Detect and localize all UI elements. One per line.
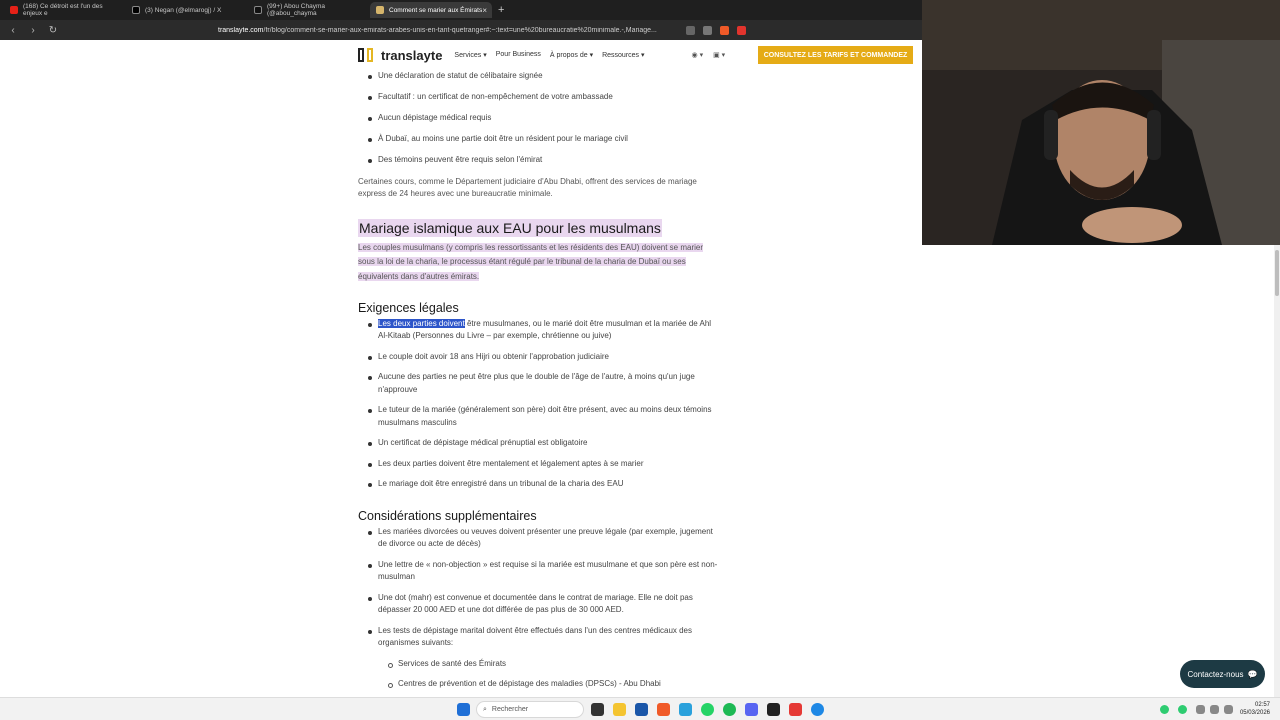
brave-shield-icon[interactable] <box>720 25 729 35</box>
language-icon[interactable]: ◉ ▾ <box>692 51 704 59</box>
article-content: Une déclaration de statut de célibataire… <box>358 70 718 691</box>
telegram-icon[interactable] <box>679 703 692 716</box>
nav-resources[interactable]: Ressources ▾ <box>602 51 644 59</box>
spotify-icon[interactable] <box>723 703 736 716</box>
centers-list: Services de santé des Émirats Centres de… <box>358 658 718 691</box>
list-item: Le couple doit avoir 18 ans Hijri ou obt… <box>358 351 718 364</box>
browser-tab-1[interactable]: (168) Ce détroit est l'un des enjeux e <box>4 2 126 18</box>
list-item: Le tuteur de la mariée (généralement son… <box>358 404 718 429</box>
chat-icon: 💬 <box>1247 669 1258 679</box>
list-item: Les deux parties doivent être mentalemen… <box>358 458 718 471</box>
highlighted-paragraph: Les couples musulmans (y compris les res… <box>358 242 704 282</box>
pricing-cta-button[interactable]: CONSULTEZ LES TARIFS ET COMMANDEZ <box>758 46 913 64</box>
mic-icon[interactable] <box>1196 705 1205 714</box>
whatsapp-icon[interactable] <box>701 703 714 716</box>
browser-tab-2[interactable]: (3) Negan (@elmarogj) / X <box>126 2 248 18</box>
cart-icon[interactable]: ▣ ▾ <box>713 51 725 59</box>
wifi-icon[interactable] <box>1210 705 1219 714</box>
taskbar-search[interactable]: ⌕ Rechercher <box>476 701 584 718</box>
list-item: Les mariées divorcées ou veuves doivent … <box>358 526 718 551</box>
share-icon[interactable] <box>703 25 712 35</box>
webcam-overlay <box>922 0 1280 245</box>
section-heading: Mariage islamique aux EAU pour les musul… <box>358 218 662 237</box>
list-item: À Dubaï, au moins une partie doit être u… <box>358 133 718 146</box>
legal-list: Les deux parties doivent être musulmanes… <box>358 318 718 491</box>
youtube-icon <box>10 6 18 14</box>
search-icon: ⌕ <box>483 705 487 713</box>
list-item: Une lettre de « non-objection » est requ… <box>358 559 718 584</box>
task-view-icon[interactable] <box>591 703 604 716</box>
site-logo[interactable]: translayte <box>381 48 442 63</box>
list-item: Services de santé des Émirats <box>358 658 718 671</box>
list-item: Le mariage doit être enregistré dans un … <box>358 478 718 491</box>
browser-tab-3[interactable]: (99+) Abou Chayma (@abou_chayma <box>248 2 370 18</box>
subsection-heading: Exigences légales <box>358 300 459 315</box>
subsection-heading: Considérations supplémentaires <box>358 508 537 523</box>
browser-tab-4[interactable]: Comment se marier aux Émirats × <box>370 2 492 18</box>
volume-icon[interactable] <box>1224 705 1233 714</box>
status-icon[interactable] <box>1160 705 1169 714</box>
brave-icon[interactable] <box>657 703 670 716</box>
webcam-image <box>922 0 1280 245</box>
system-clock[interactable]: 02:57 05/03/2026 <box>1240 701 1270 717</box>
store-icon[interactable] <box>635 703 648 716</box>
logo-mark-icon <box>358 48 364 62</box>
list-item: Aucune des parties ne peut être plus que… <box>358 371 718 396</box>
close-tab-icon[interactable]: × <box>482 6 487 15</box>
site-header: translayte Services ▾ Pour Business À pr… <box>358 46 918 64</box>
paragraph: Certaines cours, comme le Département ju… <box>358 176 697 199</box>
list-item: Les tests de dépistage marital doivent ê… <box>358 625 718 650</box>
contact-chat-button[interactable]: Contactez-nous 💬 <box>1180 660 1265 688</box>
discord-icon[interactable] <box>745 703 758 716</box>
tiktok-icon <box>254 6 262 14</box>
list-item: Une dot (mahr) est convenue et documenté… <box>358 592 718 617</box>
reader-icon[interactable] <box>686 25 695 35</box>
network-status-icon[interactable] <box>1178 705 1187 714</box>
edge-icon[interactable] <box>811 703 824 716</box>
nav-about[interactable]: À propos de ▾ <box>550 51 593 59</box>
scrollbar-thumb[interactable] <box>1275 250 1279 296</box>
list-item: Des témoins peuvent être requis selon l'… <box>358 154 718 167</box>
list-item: Facultatif : un certificat de non-empêch… <box>358 91 718 104</box>
list-item: Aucun dépistage médical requis <box>358 112 718 125</box>
considerations-list: Les mariées divorcées ou veuves doivent … <box>358 526 718 650</box>
list-item: Les deux parties doivent être musulmanes… <box>358 318 718 343</box>
rewards-icon[interactable] <box>737 25 746 35</box>
selected-text: Les deux parties doivent <box>378 318 465 328</box>
new-tab-button[interactable]: + <box>498 4 504 16</box>
site-nav: Services ▾ Pour Business À propos de ▾ R… <box>454 51 653 59</box>
translayte-favicon-icon <box>376 6 384 14</box>
taskbar: ⌕ Rechercher 02:57 05/03/2026 <box>0 697 1280 720</box>
back-icon[interactable]: ‹ <box>6 25 20 36</box>
address-bar: ‹ › ↻ translayte.com/fr/blog/comment-se-… <box>0 20 922 40</box>
list-item: Une déclaration de statut de célibataire… <box>358 70 718 83</box>
reload-icon[interactable]: ↻ <box>46 25 60 36</box>
list-item: Un certificat de dépistage médical prénu… <box>358 437 718 450</box>
logo-mark-yellow-icon <box>367 48 373 62</box>
list-item: Centres de prévention et de dépistage de… <box>358 678 718 691</box>
windows-start-icon[interactable] <box>457 703 470 716</box>
requirements-list: Une déclaration de statut de célibataire… <box>358 70 718 167</box>
x-icon <box>132 6 140 14</box>
url-field[interactable]: translayte.com/fr/blog/comment-se-marier… <box>218 27 678 34</box>
app-bolt-icon[interactable] <box>789 703 802 716</box>
forward-icon[interactable]: › <box>26 25 40 36</box>
nav-services[interactable]: Services ▾ <box>454 51 486 59</box>
file-explorer-icon[interactable] <box>613 703 626 716</box>
nav-business[interactable]: Pour Business <box>496 51 541 59</box>
obs-icon[interactable] <box>767 703 780 716</box>
